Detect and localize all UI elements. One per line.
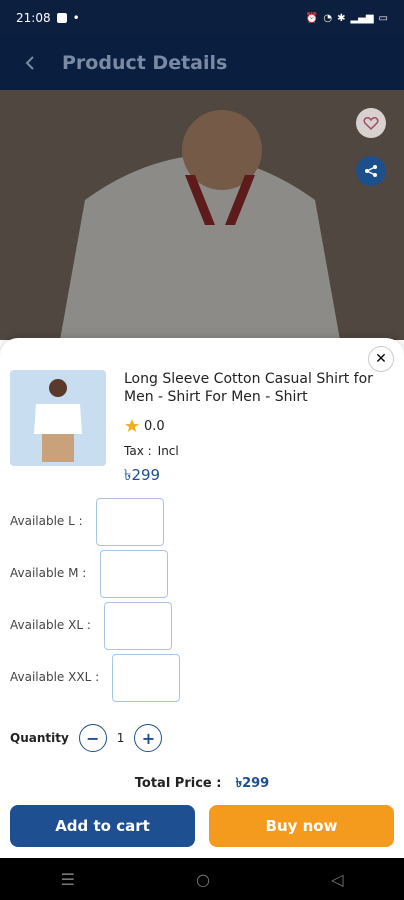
back-icon[interactable]: ◁ — [331, 870, 343, 889]
tax-label: Tax : — [124, 444, 152, 458]
share-icon — [365, 165, 377, 177]
status-bar: 21:08 • ⏰ ◔ ✱ ▂▄▆ ▭ — [0, 0, 404, 36]
total-price-label: Total Price : — [134, 776, 222, 791]
home-icon[interactable]: ○ — [196, 870, 210, 889]
add-to-cart-sheet: ✕ Long Sleeve Cotton Casual Shirt for Me… — [0, 338, 404, 858]
size-input-xxl[interactable] — [112, 654, 180, 702]
system-navigation-bar: ☰ ○ ◁ — [0, 858, 404, 900]
size-selection: Available L : Available M : Available XL… — [10, 498, 390, 706]
action-buttons: Add to cart Buy now — [10, 805, 394, 847]
thumbnail-image — [10, 370, 106, 466]
add-to-cart-button[interactable]: Add to cart — [10, 805, 195, 847]
heart-icon — [363, 117, 379, 131]
hero-overlay — [0, 90, 404, 340]
signal-icon: ▂▄▆ — [350, 12, 374, 24]
back-arrow-icon — [25, 56, 34, 70]
minus-icon: − — [86, 728, 100, 748]
product-price: ৳299 — [124, 466, 161, 484]
total-price-row: Total Price : ৳299 — [0, 774, 404, 795]
size-label: Available M : — [10, 566, 87, 580]
plus-icon: + — [141, 728, 156, 748]
bluetooth-icon: ✱ — [337, 12, 346, 24]
back-button[interactable] — [8, 36, 52, 90]
share-button[interactable] — [356, 156, 386, 186]
product-name: Long Sleeve Cotton Casual Shirt for Men … — [124, 371, 373, 405]
size-input-m[interactable] — [100, 550, 168, 598]
quantity-label: Quantity — [10, 731, 69, 745]
app-notification-icon — [56, 13, 67, 23]
buy-now-button[interactable]: Buy now — [209, 805, 394, 847]
size-label: Available XL : — [10, 618, 91, 632]
status-time: 21:08 — [16, 11, 51, 25]
app-bar: Product Details — [0, 36, 404, 90]
increase-quantity-button[interactable]: + — [134, 724, 163, 752]
wifi-icon: ◔ — [323, 12, 333, 24]
quantity-value: 1 — [116, 731, 125, 745]
recent-apps-icon[interactable]: ☰ — [61, 870, 75, 889]
size-row: Available XL : — [10, 602, 390, 654]
size-row: Available M : — [10, 550, 390, 602]
product-hero-image — [0, 90, 404, 340]
tax-value: Incl — [157, 444, 179, 458]
size-input-xl[interactable] — [104, 602, 172, 650]
star-icon — [125, 419, 139, 432]
rating: 0.0 — [124, 418, 384, 434]
alarm-icon: ⏰ — [305, 12, 319, 24]
size-label: Available XXL : — [10, 670, 100, 684]
product-thumbnail — [10, 370, 106, 466]
page-title: Product Details — [62, 52, 228, 74]
size-label: Available L : — [10, 514, 83, 528]
app-notification-icon-2: • — [72, 11, 80, 25]
close-icon: ✕ — [375, 351, 387, 367]
rating-value: 0.0 — [144, 418, 165, 434]
product-info: Long Sleeve Cotton Casual Shirt for Men … — [124, 370, 384, 489]
size-row: Available L : — [10, 498, 390, 550]
battery-icon: ▭ — [378, 12, 388, 24]
quantity-stepper: Quantity − 1 + — [10, 724, 163, 752]
tax-info: Tax : Incl — [124, 444, 384, 458]
size-row: Available XXL : — [10, 654, 390, 706]
size-input-l[interactable] — [96, 498, 164, 546]
favorite-button[interactable] — [356, 108, 386, 138]
decrease-quantity-button[interactable]: − — [78, 724, 107, 752]
close-button[interactable]: ✕ — [368, 346, 394, 372]
total-price-value: ৳299 — [235, 776, 270, 791]
